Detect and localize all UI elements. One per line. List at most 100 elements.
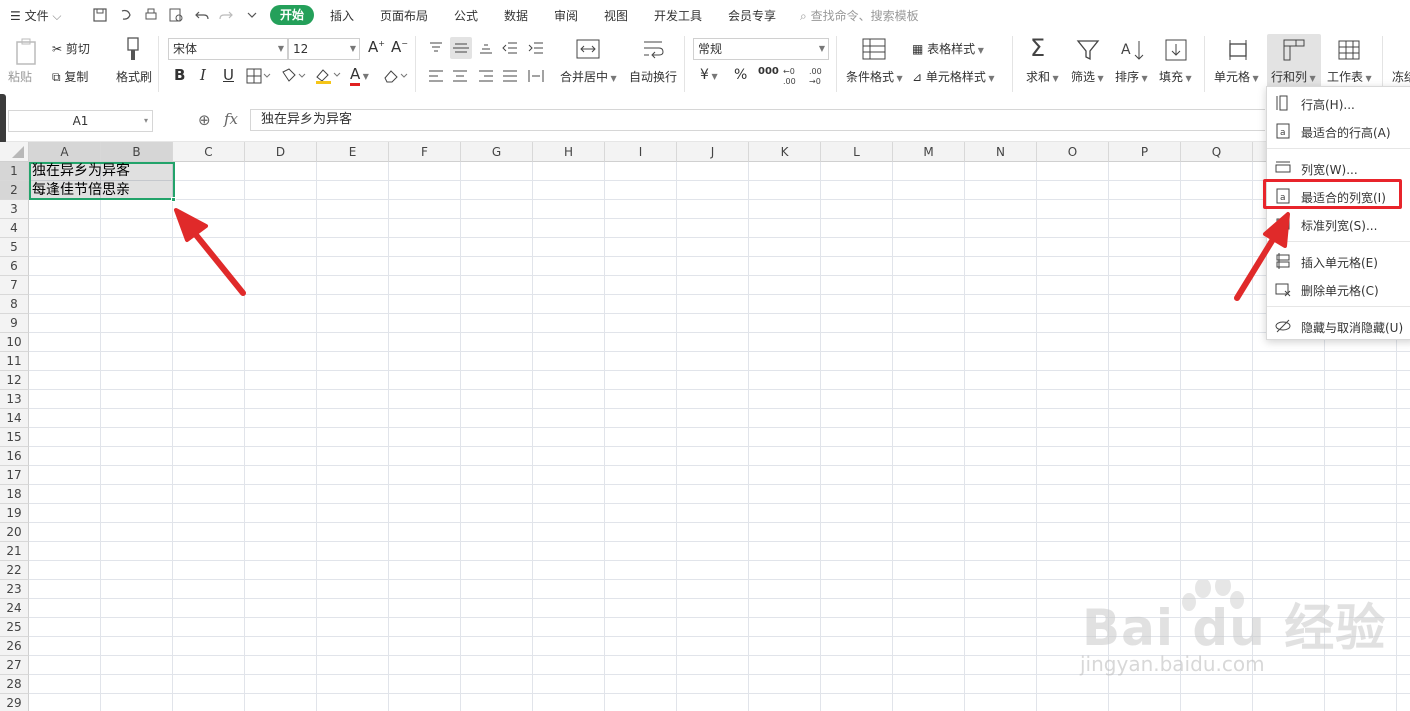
menu-item-column-width[interactable]: 列宽(W)... [1267, 155, 1410, 181]
worksheet-icon[interactable] [1337, 38, 1361, 65]
align-right-icon[interactable] [478, 68, 494, 87]
row-header-14[interactable]: 14 [0, 409, 29, 428]
decrease-font-icon[interactable]: A− [391, 38, 408, 56]
row-header-17[interactable]: 17 [0, 466, 29, 485]
row-header-3[interactable]: 3 [0, 200, 29, 219]
tab-data[interactable]: 数据 [504, 7, 528, 24]
conditional-format-icon[interactable] [862, 38, 886, 63]
row-header-6[interactable]: 6 [0, 257, 29, 276]
italic-button[interactable]: I [200, 66, 206, 84]
column-header-a[interactable]: A [29, 142, 101, 162]
increase-decimal-icon[interactable]: ←0.00 [782, 66, 802, 89]
freeze-button[interactable]: 冻结 [1392, 68, 1410, 85]
table-style-button[interactable]: ▦ 表格样式 ▼ [912, 40, 984, 57]
row-header-18[interactable]: 18 [0, 485, 29, 504]
column-header-i[interactable]: I [605, 142, 677, 162]
menu-item-autofit-row[interactable]: a 最适合的行高(A) [1267, 118, 1410, 144]
menu-item-delete-cell[interactable]: 删除单元格(C) [1267, 276, 1410, 302]
column-header-b[interactable]: B [101, 142, 173, 162]
column-header-n[interactable]: N [965, 142, 1037, 162]
redo-icon[interactable] [218, 7, 234, 23]
font-color-button[interactable]: A ▼ [350, 65, 369, 86]
align-left-icon[interactable] [428, 68, 444, 87]
menu-item-insert-cell[interactable]: 插入单元格(E) [1267, 248, 1410, 274]
paste-icon[interactable] [14, 38, 38, 69]
percent-button[interactable]: % [734, 67, 747, 83]
bold-button[interactable]: B [174, 66, 185, 84]
conditional-format-button[interactable]: 条件格式 ▼ [846, 68, 903, 85]
cut-button[interactable]: ✂ 剪切 [52, 40, 90, 57]
row-header-7[interactable]: 7 [0, 276, 29, 295]
row-header-21[interactable]: 21 [0, 542, 29, 561]
cell-a2[interactable]: 每逢佳节倍思亲 [32, 181, 130, 200]
row-header-2[interactable]: 2 [0, 181, 29, 200]
sum-icon[interactable]: Σ [1030, 34, 1045, 62]
fill-handle[interactable] [171, 197, 176, 202]
tab-start[interactable]: 开始 [270, 5, 314, 25]
decrease-decimal-icon[interactable]: .00 →0 [808, 66, 828, 89]
row-header-28[interactable]: 28 [0, 675, 29, 694]
column-header-f[interactable]: F [389, 142, 461, 162]
row-col-button[interactable]: 行和列 ▼ [1271, 68, 1316, 85]
menu-item-row-height[interactable]: 行高(H)... [1267, 90, 1410, 116]
column-header-p[interactable]: P [1109, 142, 1181, 162]
thousands-separator-button[interactable]: 000 [758, 66, 779, 77]
sort-icon[interactable]: A [1120, 38, 1146, 65]
print-preview-icon[interactable] [168, 7, 184, 23]
highlight-color-icon[interactable] [314, 67, 342, 88]
save-icon[interactable] [92, 7, 108, 23]
column-header-e[interactable]: E [317, 142, 389, 162]
row-header-5[interactable]: 5 [0, 238, 29, 257]
tab-page-layout[interactable]: 页面布局 [380, 7, 428, 24]
increase-font-icon[interactable]: A+ [368, 38, 385, 56]
menu-item-standard-width[interactable]: 标准列宽(S)... [1267, 211, 1410, 237]
formula-input[interactable]: 独在异乡为异客 [250, 109, 1265, 131]
format-painter-button[interactable]: 格式刷 [116, 68, 152, 85]
tab-member[interactable]: 会员专享 [728, 7, 776, 24]
undo-history-icon[interactable] [118, 7, 134, 23]
row-header-4[interactable]: 4 [0, 219, 29, 238]
tab-developer[interactable]: 开发工具 [654, 7, 702, 24]
decrease-indent-icon[interactable] [502, 40, 518, 59]
cell-button[interactable]: 单元格 ▼ [1214, 68, 1259, 85]
menu-item-hide-unhide[interactable]: 隐藏与取消隐藏(U) [1267, 313, 1410, 339]
fx-icon[interactable]: fx [224, 110, 238, 128]
row-header-22[interactable]: 22 [0, 561, 29, 580]
align-center-icon[interactable] [452, 68, 468, 87]
border-icon[interactable] [246, 68, 272, 87]
column-header-l[interactable]: L [821, 142, 893, 162]
row-header-9[interactable]: 9 [0, 314, 29, 333]
fill-color-icon[interactable] [280, 68, 308, 87]
cell-style-button[interactable]: ⊿ 单元格样式 ▼ [912, 68, 995, 85]
currency-button[interactable]: ¥ ▼ [700, 67, 718, 83]
row-col-icon[interactable] [1282, 38, 1306, 65]
merge-center-icon[interactable] [576, 38, 600, 63]
align-middle-icon[interactable] [450, 37, 472, 59]
row-header-15[interactable]: 15 [0, 428, 29, 447]
wrap-text-icon[interactable] [641, 38, 665, 63]
print-icon[interactable] [143, 7, 159, 23]
column-header-m[interactable]: M [893, 142, 965, 162]
row-header-8[interactable]: 8 [0, 295, 29, 314]
increase-indent-icon[interactable] [528, 40, 544, 59]
tab-insert[interactable]: 插入 [330, 7, 354, 24]
number-format-select[interactable]: 常规 ▼ [693, 38, 829, 60]
row-header-26[interactable]: 26 [0, 637, 29, 656]
row-header-27[interactable]: 27 [0, 656, 29, 675]
undo-icon[interactable] [194, 7, 210, 23]
align-top-icon[interactable] [428, 40, 444, 59]
justify-icon[interactable] [502, 68, 518, 87]
merge-center-button[interactable]: 合并居中 ▼ [560, 68, 617, 85]
row-header-25[interactable]: 25 [0, 618, 29, 637]
sort-button[interactable]: 排序 ▼ [1115, 68, 1148, 85]
font-name-select[interactable]: 宋体 ▼ [168, 38, 288, 60]
row-header-16[interactable]: 16 [0, 447, 29, 466]
paste-button[interactable]: 粘贴 [8, 68, 32, 85]
clear-format-icon[interactable] [382, 68, 410, 87]
fill-button[interactable]: 填充 ▼ [1159, 68, 1192, 85]
row-header-1[interactable]: 1 [0, 162, 29, 181]
column-header-o[interactable]: O [1037, 142, 1109, 162]
font-size-select[interactable]: 12 ▼ [288, 38, 360, 60]
fill-icon[interactable] [1164, 38, 1188, 65]
command-search[interactable]: ⌕ 查找命令、搜索模板 [800, 7, 919, 24]
